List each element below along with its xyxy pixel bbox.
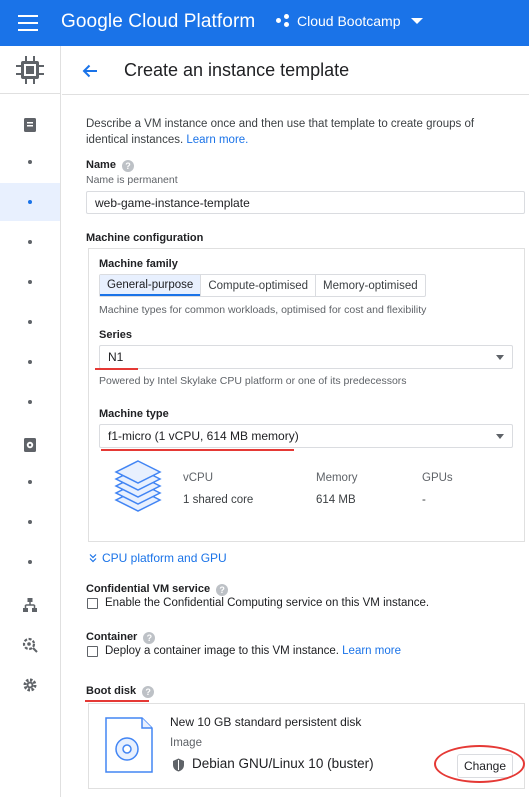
nav-dot-icon xyxy=(28,360,32,364)
family-general-purpose[interactable]: General-purpose xyxy=(100,275,201,296)
change-button-annotation-circle xyxy=(434,745,525,783)
confidential-vm-label: Confidential VM service? xyxy=(86,583,229,596)
brand-title[interactable]: Google Cloud Platform xyxy=(61,11,255,33)
rail-item-8[interactable] xyxy=(0,383,60,421)
compute-engine-header[interactable] xyxy=(0,46,60,94)
machine-type-select[interactable]: f1-micro (1 vCPU, 614 MB memory) xyxy=(99,424,513,448)
gear-search-icon xyxy=(22,637,38,653)
caret-down-icon xyxy=(496,355,504,360)
boot-disk-image-label: Image xyxy=(170,737,202,749)
help-icon[interactable]: ? xyxy=(216,584,229,596)
spec-header-memory: Memory xyxy=(316,472,358,484)
spec-value-memory: 614 MB xyxy=(316,494,356,506)
boot-disk-label: Boot disk? xyxy=(86,685,155,698)
chip-icon xyxy=(16,55,44,84)
nav-dot-icon xyxy=(28,240,32,244)
spec-value-vcpu: 1 shared core xyxy=(183,494,254,506)
series-annotation-underline xyxy=(95,368,138,370)
arrow-back-icon[interactable] xyxy=(80,61,100,81)
container-label: Container? xyxy=(86,631,156,644)
project-nodes-icon xyxy=(276,14,290,28)
caret-down-icon xyxy=(410,18,423,24)
help-icon[interactable]: ? xyxy=(143,632,156,644)
help-icon[interactable]: ? xyxy=(142,686,155,698)
container-checkbox[interactable] xyxy=(87,646,98,657)
rail-item-12[interactable] xyxy=(0,543,60,581)
boot-disk-annotation-underline xyxy=(85,700,149,702)
name-hint: Name is permanent xyxy=(86,174,178,186)
boot-disk-image-value: Debian GNU/Linux 10 (buster) xyxy=(192,756,374,771)
disk-icon xyxy=(24,438,36,452)
double-chevron-down-icon xyxy=(89,554,97,563)
help-icon[interactable]: ? xyxy=(121,160,134,172)
nav-dot-icon xyxy=(28,480,32,484)
cpu-platform-expander[interactable]: CPU platform and GPU xyxy=(88,551,227,565)
machine-configuration-label: Machine configuration xyxy=(86,232,204,244)
machine-family-label: Machine family xyxy=(99,258,178,270)
rail-item-11[interactable] xyxy=(0,503,60,541)
nav-dot-icon xyxy=(28,200,32,204)
nav-dot-icon xyxy=(28,400,32,404)
project-name: Cloud Bootcamp xyxy=(297,13,401,29)
cpu-stack-icon xyxy=(114,460,162,512)
family-compute-optimised[interactable]: Compute-optimised xyxy=(200,275,315,296)
container-learn-more-link[interactable]: Learn more xyxy=(342,645,401,657)
rail-item-instance-templates[interactable] xyxy=(0,183,60,221)
caret-down-icon xyxy=(496,434,504,439)
machine-type-annotation-underline xyxy=(101,449,294,451)
series-hint: Powered by Intel Skylake CPU platform or… xyxy=(99,375,407,387)
top-app-bar: Google Cloud Platform Cloud Bootcamp xyxy=(0,0,529,46)
network-hierarchy-icon xyxy=(23,598,37,612)
left-nav-rail xyxy=(0,46,61,797)
confidential-vm-checkbox[interactable] xyxy=(87,598,98,609)
series-select[interactable]: N1 xyxy=(99,345,513,369)
machine-family-toggle: General-purpose Compute-optimised Memory… xyxy=(99,274,426,297)
rail-item-os-patch[interactable] xyxy=(0,626,60,664)
hamburger-icon[interactable] xyxy=(18,15,38,31)
rail-item-7[interactable] xyxy=(0,343,60,381)
rail-item-2[interactable] xyxy=(0,143,60,181)
name-label: Name? xyxy=(86,159,134,172)
machine-type-label: Machine type xyxy=(99,408,169,420)
rail-item-settings[interactable] xyxy=(0,666,60,704)
page-title: Create an instance template xyxy=(124,60,350,80)
container-checkbox-label: Deploy a container image to this VM inst… xyxy=(105,645,401,657)
nav-dot-icon xyxy=(28,280,32,284)
machine-type-value: f1-micro (1 vCPU, 614 MB memory) xyxy=(108,429,299,443)
rail-item-4[interactable] xyxy=(0,223,60,261)
rail-item-storage[interactable] xyxy=(0,426,60,464)
description-text: Describe a VM instance once and then use… xyxy=(86,118,475,146)
rail-item-6[interactable] xyxy=(0,303,60,341)
learn-more-link[interactable]: Learn more. xyxy=(186,134,248,146)
series-label: Series xyxy=(99,329,133,341)
spec-header-vcpu: vCPU xyxy=(183,472,214,484)
project-selector[interactable]: Cloud Bootcamp xyxy=(276,13,423,29)
nav-dot-icon xyxy=(28,520,32,524)
boot-disk-title: New 10 GB standard persistent disk xyxy=(170,715,362,729)
name-input[interactable]: web-game-instance-template xyxy=(86,191,525,214)
header-divider xyxy=(62,94,529,95)
shield-icon xyxy=(173,758,184,772)
rail-item-network[interactable] xyxy=(0,586,60,624)
nav-dot-icon xyxy=(28,320,32,324)
family-memory-optimised[interactable]: Memory-optimised xyxy=(315,275,425,296)
rail-item-vm-instances[interactable] xyxy=(0,106,60,144)
nav-dot-icon xyxy=(28,560,32,564)
disk-image-icon xyxy=(105,717,153,773)
page-description: Describe a VM instance once and then use… xyxy=(86,116,506,148)
confidential-vm-checkbox-label: Enable the Confidential Computing servic… xyxy=(105,597,430,609)
machine-family-hint: Machine types for common workloads, opti… xyxy=(99,304,427,316)
document-icon xyxy=(24,118,36,132)
series-value: N1 xyxy=(108,350,124,364)
rail-item-10[interactable] xyxy=(0,463,60,501)
spec-value-gpus: - xyxy=(422,494,426,506)
rail-item-5[interactable] xyxy=(0,263,60,301)
nav-dot-icon xyxy=(28,160,32,164)
gear-icon xyxy=(23,678,37,692)
spec-header-gpus: GPUs xyxy=(422,472,453,484)
